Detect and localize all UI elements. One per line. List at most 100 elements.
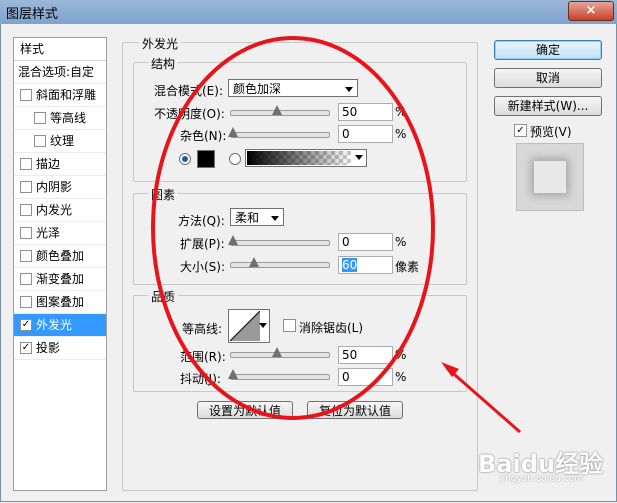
cancel-button[interactable]: 取消 <box>494 68 602 88</box>
style-preview-swatch <box>534 161 566 193</box>
style-item[interactable]: 颜色叠加 <box>14 245 106 268</box>
make-default-button[interactable]: 设置为默认值 <box>197 401 293 419</box>
style-item-checkbox[interactable] <box>20 296 32 308</box>
styles-header: 样式 <box>14 38 106 61</box>
range-slider-thumb[interactable] <box>272 347 282 357</box>
style-item-label: 斜面和浮雕 <box>36 88 97 102</box>
style-item-checkbox[interactable] <box>20 273 32 285</box>
range-unit: % <box>395 348 407 362</box>
outer-glow-title: 外发光 <box>139 35 182 52</box>
technique-select[interactable]: 柔和 <box>230 208 284 226</box>
style-item-checkbox[interactable] <box>20 204 32 216</box>
blend-mode-value: 颜色加深 <box>233 82 282 96</box>
style-item-label: 纹理 <box>50 134 75 148</box>
size-input[interactable]: 60 <box>338 256 393 274</box>
gradient-picker[interactable] <box>245 149 367 167</box>
technique-label: 方法(Q): <box>178 214 225 228</box>
spread-slider-thumb[interactable] <box>228 235 238 245</box>
structure-title: 结构 <box>148 55 179 72</box>
elements-title: 图素 <box>148 186 179 203</box>
contour-picker[interactable] <box>228 309 270 343</box>
jitter-label: 抖动(J): <box>180 372 221 386</box>
style-item-checkbox[interactable] <box>34 135 46 147</box>
blend-mode-label: 混合模式(E): <box>154 84 223 98</box>
style-item[interactable]: 图案叠加 <box>14 291 106 314</box>
style-item-label: 颜色叠加 <box>36 249 85 263</box>
style-item[interactable]: ✓ 外发光 <box>14 314 106 337</box>
blend-options-label: 混合选项:自定 <box>18 65 95 79</box>
jitter-input[interactable]: 0 <box>338 368 393 386</box>
blend-mode-select[interactable]: 颜色加深 <box>228 79 358 97</box>
jitter-slider[interactable] <box>228 369 330 380</box>
noise-slider-thumb[interactable] <box>228 127 238 137</box>
opacity-slider[interactable] <box>230 105 330 116</box>
style-item-checkbox[interactable] <box>20 250 32 262</box>
style-item-label: 内发光 <box>36 203 73 217</box>
size-slider-thumb[interactable] <box>249 257 260 267</box>
styles-list: 样式 混合选项:自定 斜面和浮雕等高线纹理描边内阴影内发光光泽颜色叠加渐变叠加图… <box>13 37 107 491</box>
style-item[interactable]: 渐变叠加 <box>14 268 106 291</box>
style-item-checkbox[interactable] <box>34 112 46 124</box>
style-item[interactable]: 斜面和浮雕 <box>14 84 106 107</box>
noise-input[interactable]: 0 <box>338 125 393 143</box>
quality-title: 品质 <box>148 288 179 305</box>
opacity-slider-thumb[interactable] <box>272 105 282 115</box>
close-button[interactable]: × <box>568 1 614 21</box>
style-item-label: 投影 <box>36 341 61 355</box>
style-item-checkbox[interactable]: ✓ <box>20 342 32 354</box>
jitter-slider-thumb[interactable] <box>228 369 238 379</box>
style-item-checkbox[interactable] <box>20 181 32 193</box>
spread-slider[interactable] <box>228 235 330 246</box>
size-value: 60 <box>342 258 358 272</box>
style-item-label: 描边 <box>36 157 61 171</box>
style-item-label: 外发光 <box>36 318 73 332</box>
title-bar: 图层样式 × <box>0 0 617 24</box>
glow-color-swatch[interactable] <box>197 150 215 168</box>
size-label: 大小(S): <box>180 260 226 274</box>
size-slider[interactable] <box>230 257 330 268</box>
style-item[interactable]: 光泽 <box>14 222 106 245</box>
antialias-checkbox[interactable] <box>283 319 296 332</box>
solid-color-radio[interactable] <box>179 153 191 165</box>
range-slider[interactable] <box>230 347 330 358</box>
style-item-label: 内阴影 <box>36 180 73 194</box>
blend-options-item[interactable]: 混合选项:自定 <box>14 61 106 84</box>
style-item-checkbox[interactable] <box>20 158 32 170</box>
reset-default-button[interactable]: 复位为默认值 <box>307 401 403 419</box>
contour-preview <box>230 311 260 341</box>
style-item[interactable]: ✓ 投影 <box>14 337 106 360</box>
technique-value: 柔和 <box>235 211 260 225</box>
opacity-input[interactable]: 50 <box>338 103 393 121</box>
style-item-label: 渐变叠加 <box>36 272 85 286</box>
style-item-checkbox[interactable] <box>20 227 32 239</box>
chevron-down-icon <box>345 87 353 92</box>
watermark-url: jingyan.baidu.com <box>500 474 584 484</box>
style-item[interactable]: 内发光 <box>14 199 106 222</box>
chevron-down-icon <box>355 155 363 160</box>
range-input[interactable]: 50 <box>338 346 393 364</box>
range-label: 范围(R): <box>180 350 226 364</box>
size-unit: 像素 <box>395 260 420 274</box>
style-item[interactable]: 内阴影 <box>14 176 106 199</box>
preview-label: 预览(V) <box>530 125 572 139</box>
new-style-button[interactable]: 新建样式(W)... <box>494 96 602 116</box>
noise-slider[interactable] <box>228 127 330 138</box>
style-preview <box>516 143 584 211</box>
antialias-label: 消除锯齿(L) <box>299 321 364 335</box>
ok-button[interactable]: 确定 <box>494 40 602 60</box>
style-item-label: 等高线 <box>50 111 87 125</box>
contour-label: 等高线: <box>182 322 223 336</box>
gradient-radio[interactable] <box>229 153 241 165</box>
spread-label: 扩展(P): <box>180 237 225 251</box>
style-item-checkbox[interactable]: ✓ <box>20 319 32 331</box>
spread-unit: % <box>395 235 407 249</box>
chevron-down-icon <box>271 216 279 221</box>
spread-input[interactable]: 0 <box>338 233 393 251</box>
style-item-checkbox[interactable] <box>20 89 32 101</box>
gradient-preview <box>247 151 351 165</box>
style-item[interactable]: 纹理 <box>14 130 106 153</box>
style-item[interactable]: 描边 <box>14 153 106 176</box>
preview-checkbox[interactable]: ✓ <box>514 124 527 137</box>
style-item[interactable]: 等高线 <box>14 107 106 130</box>
window-title: 图层样式 <box>6 7 59 22</box>
